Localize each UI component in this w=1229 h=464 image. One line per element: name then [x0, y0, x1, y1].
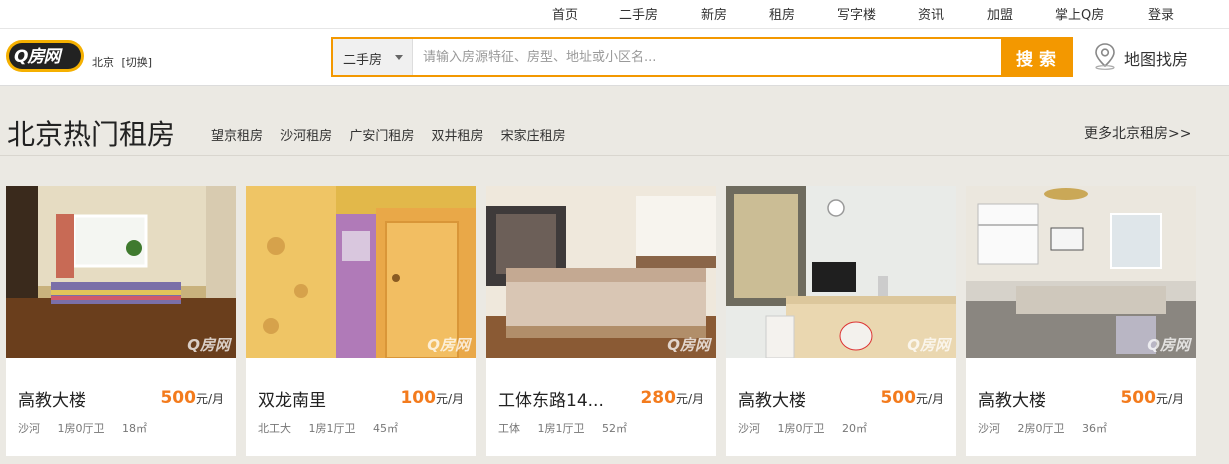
price-unit: 元/月: [675, 392, 704, 406]
nav-news[interactable]: 资讯: [918, 4, 944, 23]
nav-rent[interactable]: 租房: [769, 4, 795, 23]
listing-title[interactable]: 工体东路14...: [498, 386, 604, 411]
listing-photo[interactable]: Q房网: [6, 186, 236, 358]
listing-area: 工体: [498, 422, 520, 435]
listing-meta: 北工大 1房1厅卫 45㎡: [258, 420, 412, 436]
listing-card[interactable]: Q房网 双龙南里 100元/月 北工大 1房1厅卫 45㎡: [246, 186, 476, 456]
listing-card[interactable]: Q房网 工体东路14... 280元/月 工体 1房1厅卫 52㎡: [486, 186, 716, 456]
listing-photo[interactable]: Q房网: [246, 186, 476, 358]
listing-meta: 沙河 1房0厅卫 20㎡: [738, 420, 881, 436]
listing-card[interactable]: Q房网 高教大楼 500元/月 沙河 2房0厅卫 36㎡: [966, 186, 1196, 456]
top-nav: 首页 二手房 新房 租房 写字楼 资讯 加盟 掌上Q房 登录: [0, 0, 1229, 28]
search-bar: 二手房 搜索: [331, 37, 1073, 77]
nav-franchise[interactable]: 加盟: [987, 4, 1013, 23]
listing-price: 500元/月: [160, 388, 224, 408]
hot-area-links: 望京租房 沙河租房 广安门租房 双井租房 宋家庄租房: [211, 125, 579, 144]
hot-link-wangjing[interactable]: 望京租房: [211, 125, 263, 144]
nav-mobile-app[interactable]: 掌上Q房: [1055, 4, 1104, 23]
listing-price: 100元/月: [400, 388, 464, 408]
listing-title[interactable]: 高教大楼: [738, 386, 806, 411]
nav-new-homes[interactable]: 新房: [701, 4, 727, 23]
price-value: 280: [640, 388, 676, 408]
listing-title[interactable]: 高教大楼: [978, 386, 1046, 411]
nav-home[interactable]: 首页: [552, 4, 578, 23]
listing-photo[interactable]: Q房网: [966, 186, 1196, 358]
search-button[interactable]: 搜索: [1001, 39, 1071, 75]
listing-price: 500元/月: [880, 388, 944, 408]
header: Q房网 北京 [切换] 二手房 搜索 地图找房: [0, 28, 1229, 86]
listing-area: 沙河: [978, 422, 1000, 435]
listing-meta: 沙河 2房0厅卫 36㎡: [978, 420, 1121, 436]
listing-layout: 1房0厅卫: [57, 422, 105, 435]
listing-title[interactable]: 双龙南里: [258, 386, 326, 411]
price-value: 500: [880, 388, 916, 408]
listing-size: 20㎡: [842, 422, 867, 435]
price-unit: 元/月: [195, 392, 224, 406]
price-unit: 元/月: [435, 392, 464, 406]
photo-watermark: Q房网: [667, 336, 710, 354]
listing-layout: 1房1厅卫: [308, 422, 356, 435]
price-value: 100: [400, 388, 436, 408]
price-unit: 元/月: [1155, 392, 1184, 406]
search-input[interactable]: [423, 47, 983, 67]
price-unit: 元/月: [915, 392, 944, 406]
city-switch-link[interactable]: [切换]: [122, 56, 153, 69]
listing-meta: 沙河 1房0厅卫 18㎡: [18, 420, 161, 436]
listing-meta: 工体 1房1厅卫 52㎡: [498, 420, 641, 436]
listing-title[interactable]: 高教大楼: [18, 386, 86, 411]
nav-office[interactable]: 写字楼: [837, 4, 876, 23]
caret-down-icon: [395, 55, 403, 60]
photo-watermark: Q房网: [1147, 336, 1190, 354]
listing-layout: 1房0厅卫: [777, 422, 825, 435]
listing-size: 45㎡: [373, 422, 398, 435]
hot-link-shuangjing[interactable]: 双井租房: [431, 125, 483, 144]
section-title: 北京热门租房: [7, 118, 176, 151]
price-value: 500: [160, 388, 196, 408]
listing-layout: 1房1厅卫: [537, 422, 585, 435]
search-type-dropdown[interactable]: 二手房: [333, 39, 413, 75]
listing-size: 36㎡: [1082, 422, 1107, 435]
price-value: 500: [1120, 388, 1156, 408]
nav-second-hand[interactable]: 二手房: [619, 4, 658, 23]
listing-layout: 2房0厅卫: [1017, 422, 1065, 435]
nav-login[interactable]: 登录: [1148, 4, 1174, 23]
hot-link-songjiazhuang[interactable]: 宋家庄租房: [501, 125, 566, 144]
listing-area: 北工大: [258, 422, 291, 435]
photo-watermark: Q房网: [187, 336, 230, 354]
listing-area: 沙河: [18, 422, 40, 435]
listing-price: 280元/月: [640, 388, 704, 408]
logo-text: Q房网: [14, 47, 60, 67]
photo-watermark: Q房网: [427, 336, 470, 354]
more-rentals-link[interactable]: 更多北京租房>>: [1084, 123, 1191, 143]
listing-card[interactable]: Q房网 高教大楼 500元/月 沙河 1房0厅卫 20㎡: [726, 186, 956, 456]
listing-card[interactable]: Q房网 高教大楼 500元/月 沙河 1房0厅卫 18㎡: [6, 186, 236, 456]
city-name: 北京: [92, 56, 114, 69]
hot-link-shahe[interactable]: 沙河租房: [280, 125, 332, 144]
listing-price: 500元/月: [1120, 388, 1184, 408]
listing-size: 52㎡: [602, 422, 627, 435]
listing-area: 沙河: [738, 422, 760, 435]
hot-link-guanganmen[interactable]: 广安门租房: [349, 125, 414, 144]
photo-watermark: Q房网: [907, 336, 950, 354]
map-pin-icon: [1095, 43, 1115, 70]
listing-photo[interactable]: Q房网: [486, 186, 716, 358]
city-selector: 北京 [切换]: [92, 54, 152, 70]
site-logo[interactable]: Q房网: [6, 40, 84, 72]
listing-size: 18㎡: [122, 422, 147, 435]
map-search-label: 地图找房: [1124, 50, 1189, 69]
search-type-label: 二手房: [343, 53, 383, 68]
listing-photo[interactable]: Q房网: [726, 186, 956, 358]
section-divider: [0, 155, 1229, 156]
